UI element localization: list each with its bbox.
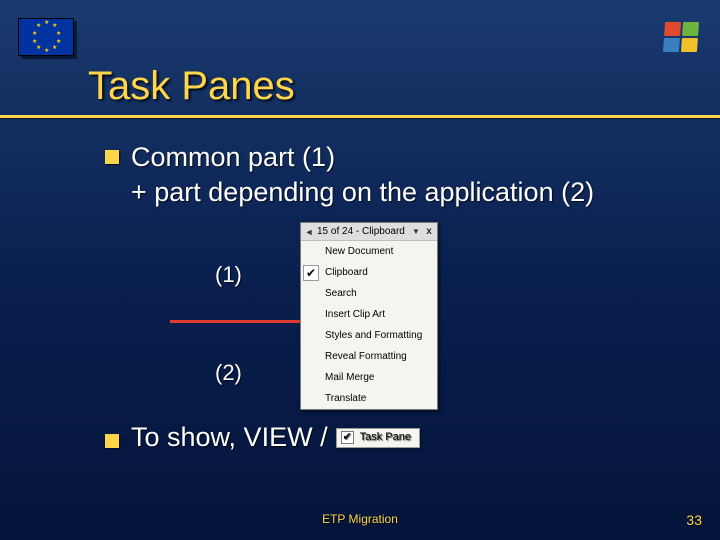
taskpane-menu-item[interactable]: Styles and Formatting: [301, 325, 437, 346]
taskpane-menu-item[interactable]: Translate: [301, 388, 437, 409]
menu-item-label: Insert Clip Art: [325, 309, 433, 320]
taskpane-menu-item[interactable]: ✔ Clipboard: [301, 262, 437, 283]
eu-stars: ★ ★ ★ ★ ★ ★ ★ ★ ★ ★: [31, 22, 61, 52]
menu-item-label: Styles and Formatting: [325, 330, 433, 341]
menu-item-label: New Document: [325, 246, 433, 257]
slide-footer: ETP Migration: [0, 512, 720, 526]
bullet-1-text: Common part (1) + part depending on the …: [131, 140, 594, 210]
menu-item-icon: [303, 286, 319, 302]
region-label-1: (1): [215, 262, 242, 288]
bullet-1-line-1: Common part (1): [131, 142, 335, 172]
menu-item-icon: [303, 391, 319, 407]
checkbox-checked-icon: ✔: [341, 431, 354, 444]
checkmark-icon: ✔: [303, 265, 319, 281]
taskpane-dropdown-panel: ◄ 15 of 24 - Clipboard ▼ x New Document ✔…: [300, 222, 438, 410]
bullet-1-line-2: + part depending on the application (2): [131, 177, 594, 207]
title-underline: [0, 115, 720, 119]
taskpane-header: ◄ 15 of 24 - Clipboard ▼ x: [301, 223, 437, 241]
eu-flag-logo: ★ ★ ★ ★ ★ ★ ★ ★ ★ ★: [18, 18, 74, 56]
menu-item-label: Reveal Formatting: [325, 351, 433, 362]
menu-item-label: Translate: [325, 393, 433, 404]
bullet-icon: [105, 150, 119, 164]
bullet-2-text: To show, VIEW /: [131, 420, 328, 455]
menu-item-label: Mail Merge: [325, 372, 433, 383]
bullet-row-1: Common part (1) + part depending on the …: [105, 140, 690, 210]
taskpane-toggle-label: Task Pane: [360, 430, 411, 444]
slide-title: Task Panes: [88, 64, 696, 115]
taskpane-menu-item[interactable]: New Document: [301, 241, 437, 262]
taskpane-header-title: 15 of 24 - Clipboard: [317, 226, 409, 237]
menu-item-icon: [303, 370, 319, 386]
menu-item-icon: [303, 244, 319, 260]
menu-item-label: Clipboard: [325, 267, 433, 278]
windows-logo-icon: [663, 22, 699, 52]
bullet-row-2: To show, VIEW / ✔ Task Pane: [105, 420, 690, 455]
menu-item-icon: [303, 349, 319, 365]
slide-number: 33: [686, 512, 702, 528]
region-label-2: (2): [215, 360, 242, 386]
taskpane-menu-item[interactable]: Insert Clip Art: [301, 304, 437, 325]
menu-item-icon: [303, 328, 319, 344]
taskpane-menu-toggle[interactable]: ✔ Task Pane: [336, 428, 420, 448]
close-icon[interactable]: x: [423, 226, 435, 237]
taskpane-menu-item[interactable]: Reveal Formatting: [301, 346, 437, 367]
menu-item-icon: [303, 307, 319, 323]
menu-item-label: Search: [325, 288, 433, 299]
dropdown-arrow-icon[interactable]: ▼: [411, 227, 421, 236]
back-arrow-icon[interactable]: ◄: [303, 226, 315, 238]
taskpane-menu-item[interactable]: Search: [301, 283, 437, 304]
bullet-icon: [105, 434, 119, 448]
taskpane-menu-item[interactable]: Mail Merge: [301, 367, 437, 388]
